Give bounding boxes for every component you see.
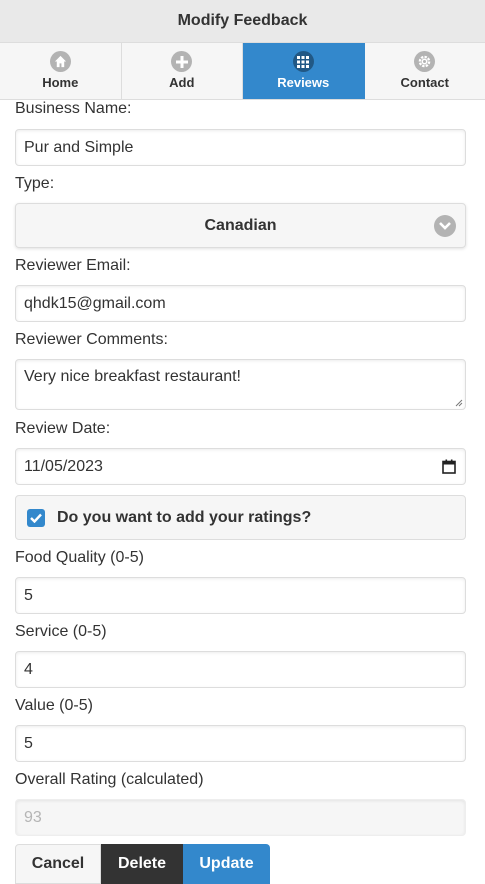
navbar: Home Add Reviews Contact [0, 43, 485, 100]
business-name-value: Pur and Simple [24, 139, 133, 157]
grid-icon [293, 51, 314, 72]
comments-textarea[interactable]: Very nice breakfast restaurant! [15, 359, 466, 410]
comments-label: Reviewer Comments: [15, 331, 168, 349]
food-quality-value: 5 [24, 587, 33, 605]
resize-grip-icon[interactable] [455, 399, 463, 407]
ratings-checkbox-label: Do you want to add your ratings? [57, 509, 311, 527]
ratings-checkbox-row[interactable]: Do you want to add your ratings? [15, 495, 466, 540]
overall-rating-input: 93 [15, 799, 466, 836]
date-input[interactable]: 11/05/2023 [15, 448, 466, 485]
service-value: 4 [24, 661, 33, 679]
button-group: Cancel Delete Update [15, 844, 270, 884]
delete-button[interactable]: Delete [101, 844, 183, 884]
nav-item-contact[interactable]: Contact [365, 43, 485, 99]
email-input[interactable]: qhdk15@gmail.com [15, 285, 466, 322]
business-name-input[interactable]: Pur and Simple [15, 129, 466, 166]
checkmark-icon [30, 513, 42, 523]
value-value: 5 [24, 735, 33, 753]
overall-rating-label: Overall Rating (calculated) [15, 771, 204, 789]
nav-label-contact: Contact [401, 75, 449, 90]
home-icon [50, 51, 71, 72]
nav-item-home[interactable]: Home [0, 43, 122, 99]
service-label: Service (0-5) [15, 623, 107, 641]
gear-icon [414, 51, 435, 72]
food-quality-input[interactable]: 5 [15, 577, 466, 614]
plus-icon [171, 51, 192, 72]
email-value: qhdk15@gmail.com [24, 295, 166, 313]
cancel-button[interactable]: Cancel [15, 844, 101, 884]
type-selected-value: Canadian [204, 217, 276, 235]
business-name-label: Business Name: [15, 100, 132, 118]
nav-label-add: Add [169, 75, 194, 90]
calendar-icon[interactable] [442, 459, 456, 474]
nav-label-reviews: Reviews [277, 75, 329, 90]
service-input[interactable]: 4 [15, 651, 466, 688]
page-title: Modify Feedback [178, 12, 308, 30]
value-input[interactable]: 5 [15, 725, 466, 762]
value-label: Value (0-5) [15, 697, 93, 715]
ratings-checkbox[interactable] [27, 509, 45, 527]
comments-value: Very nice breakfast restaurant! [24, 368, 241, 386]
update-button[interactable]: Update [183, 844, 270, 884]
type-select[interactable]: Canadian [15, 203, 466, 248]
email-label: Reviewer Email: [15, 257, 131, 275]
date-value: 11/05/2023 [24, 458, 103, 476]
nav-item-add[interactable]: Add [122, 43, 244, 99]
food-quality-label: Food Quality (0-5) [15, 549, 144, 567]
date-label: Review Date: [15, 420, 110, 438]
chevron-down-icon [434, 215, 456, 237]
nav-item-reviews[interactable]: Reviews [243, 43, 365, 99]
header-bar: Modify Feedback [0, 0, 485, 43]
nav-label-home: Home [42, 75, 78, 90]
type-label: Type: [15, 175, 54, 193]
overall-rating-value: 93 [24, 809, 42, 827]
